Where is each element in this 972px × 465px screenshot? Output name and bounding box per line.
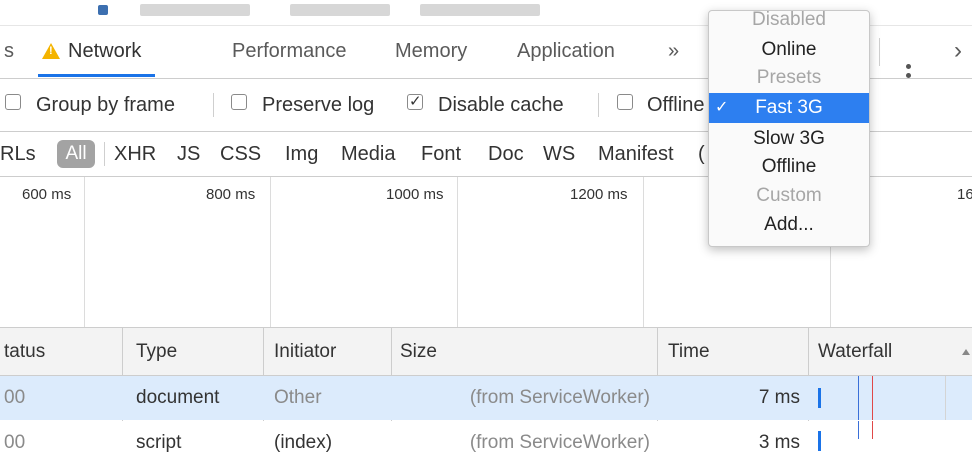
- menu-item-label: Fast 3G: [755, 97, 823, 118]
- gridline: [84, 177, 85, 327]
- tab-performance[interactable]: Performance: [232, 26, 347, 76]
- gridline: [270, 177, 271, 327]
- menu-item-slow-3g[interactable]: Slow 3G: [709, 125, 869, 153]
- group-by-frame-checkbox[interactable]: [5, 94, 21, 110]
- waterfall-marker: [858, 376, 859, 420]
- menu-item-offline[interactable]: Offline: [709, 153, 869, 181]
- close-drawer-icon[interactable]: ›: [954, 26, 962, 76]
- warning-icon: [42, 43, 60, 59]
- preserve-log-label: Preserve log: [262, 94, 375, 116]
- tab-memory[interactable]: Memory: [395, 26, 467, 76]
- filter-doc[interactable]: Doc: [488, 132, 524, 176]
- filter-manifest[interactable]: Manifest: [598, 132, 674, 176]
- cell-size: (from ServiceWorker): [469, 432, 650, 453]
- menu-header-disabled: Disabled: [752, 10, 826, 30]
- gridline: [643, 177, 644, 327]
- timeline-tick: 600 ms: [22, 186, 72, 203]
- column-initiator[interactable]: Initiator: [274, 328, 336, 375]
- filter-css[interactable]: CSS: [220, 132, 261, 176]
- waterfall-bar: [818, 431, 821, 451]
- table-row[interactable]: 00 document Other (from ServiceWorker) 7…: [0, 376, 972, 420]
- cell-time: 7 ms: [758, 387, 800, 408]
- timeline-tick: 800 ms: [206, 186, 256, 203]
- cell-initiator: (index): [274, 432, 333, 453]
- timeline-tick: 16: [957, 186, 972, 203]
- check-icon: ✓: [715, 99, 729, 116]
- cell-initiator: Other: [274, 387, 322, 408]
- filter-js[interactable]: JS: [177, 132, 200, 176]
- column-size[interactable]: Size: [400, 328, 437, 375]
- column-status[interactable]: tatus: [4, 328, 45, 375]
- ghost-text: [290, 4, 390, 16]
- offline-label: Offline: [647, 94, 705, 116]
- column-waterfall[interactable]: Waterfall: [818, 328, 892, 375]
- menu-item-online[interactable]: Online: [709, 36, 869, 64]
- gridline: [457, 177, 458, 327]
- menu-item-add[interactable]: Add...: [709, 211, 869, 239]
- more-tabs-button[interactable]: »: [668, 26, 679, 76]
- sort-icon[interactable]: [962, 349, 970, 355]
- ghost-text: [420, 4, 540, 16]
- ghost-text: [140, 4, 250, 16]
- disable-cache-label: Disable cache: [438, 94, 564, 116]
- throttling-menu: Disabled Online Presets ✓ Fast 3G Slow 3…: [708, 10, 870, 247]
- timeline-tick: 1000 ms: [386, 186, 444, 203]
- menu-header-presets: Presets: [756, 67, 822, 88]
- tab-partial[interactable]: s: [4, 26, 14, 76]
- column-type[interactable]: Type: [136, 328, 177, 375]
- tab-network[interactable]: Network: [38, 26, 156, 77]
- filter-partial[interactable]: RLs: [0, 132, 36, 176]
- requests-table-header: tatus Type Initiator Size Time Waterfall: [0, 328, 972, 376]
- preserve-log-checkbox[interactable]: [231, 94, 247, 110]
- timeline-tick: 1200 ms: [570, 186, 628, 203]
- waterfall-bar: [818, 388, 821, 408]
- group-by-frame-label: Group by frame: [36, 94, 175, 116]
- column-time[interactable]: Time: [668, 328, 710, 375]
- filter-xhr[interactable]: XHR: [114, 132, 156, 176]
- divider: [104, 142, 105, 166]
- disable-cache-checkbox[interactable]: [407, 92, 423, 110]
- filter-img[interactable]: Img: [285, 132, 318, 176]
- cell-type: script: [136, 432, 182, 453]
- filter-font[interactable]: Font: [421, 132, 461, 176]
- filter-ws[interactable]: WS: [543, 132, 575, 176]
- waterfall-marker: [872, 421, 873, 439]
- waterfall-marker: [872, 376, 873, 420]
- filter-all[interactable]: All: [57, 140, 95, 168]
- table-row[interactable]: 00 script (index) (from ServiceWorker) 3…: [0, 421, 972, 465]
- cell-type: document: [136, 387, 220, 408]
- filter-other[interactable]: (: [698, 132, 705, 176]
- menu-header-custom: Custom: [756, 185, 822, 206]
- filter-media[interactable]: Media: [341, 132, 395, 176]
- waterfall-gridline: [945, 376, 946, 420]
- cell-status: 00: [4, 432, 26, 453]
- cell-status: 00: [4, 387, 26, 408]
- divider: [598, 93, 599, 117]
- tab-network-label: Network: [68, 40, 142, 62]
- cell-size: (from ServiceWorker): [469, 387, 650, 408]
- cell-time: 3 ms: [758, 432, 800, 453]
- menu-item-fast-3g[interactable]: ✓ Fast 3G: [709, 93, 869, 123]
- divider: [213, 93, 214, 117]
- offline-checkbox[interactable]: [617, 94, 633, 110]
- tab-application[interactable]: Application: [517, 26, 615, 76]
- waterfall-marker: [858, 421, 859, 439]
- divider: [879, 38, 880, 66]
- ghost-icon: [98, 5, 108, 15]
